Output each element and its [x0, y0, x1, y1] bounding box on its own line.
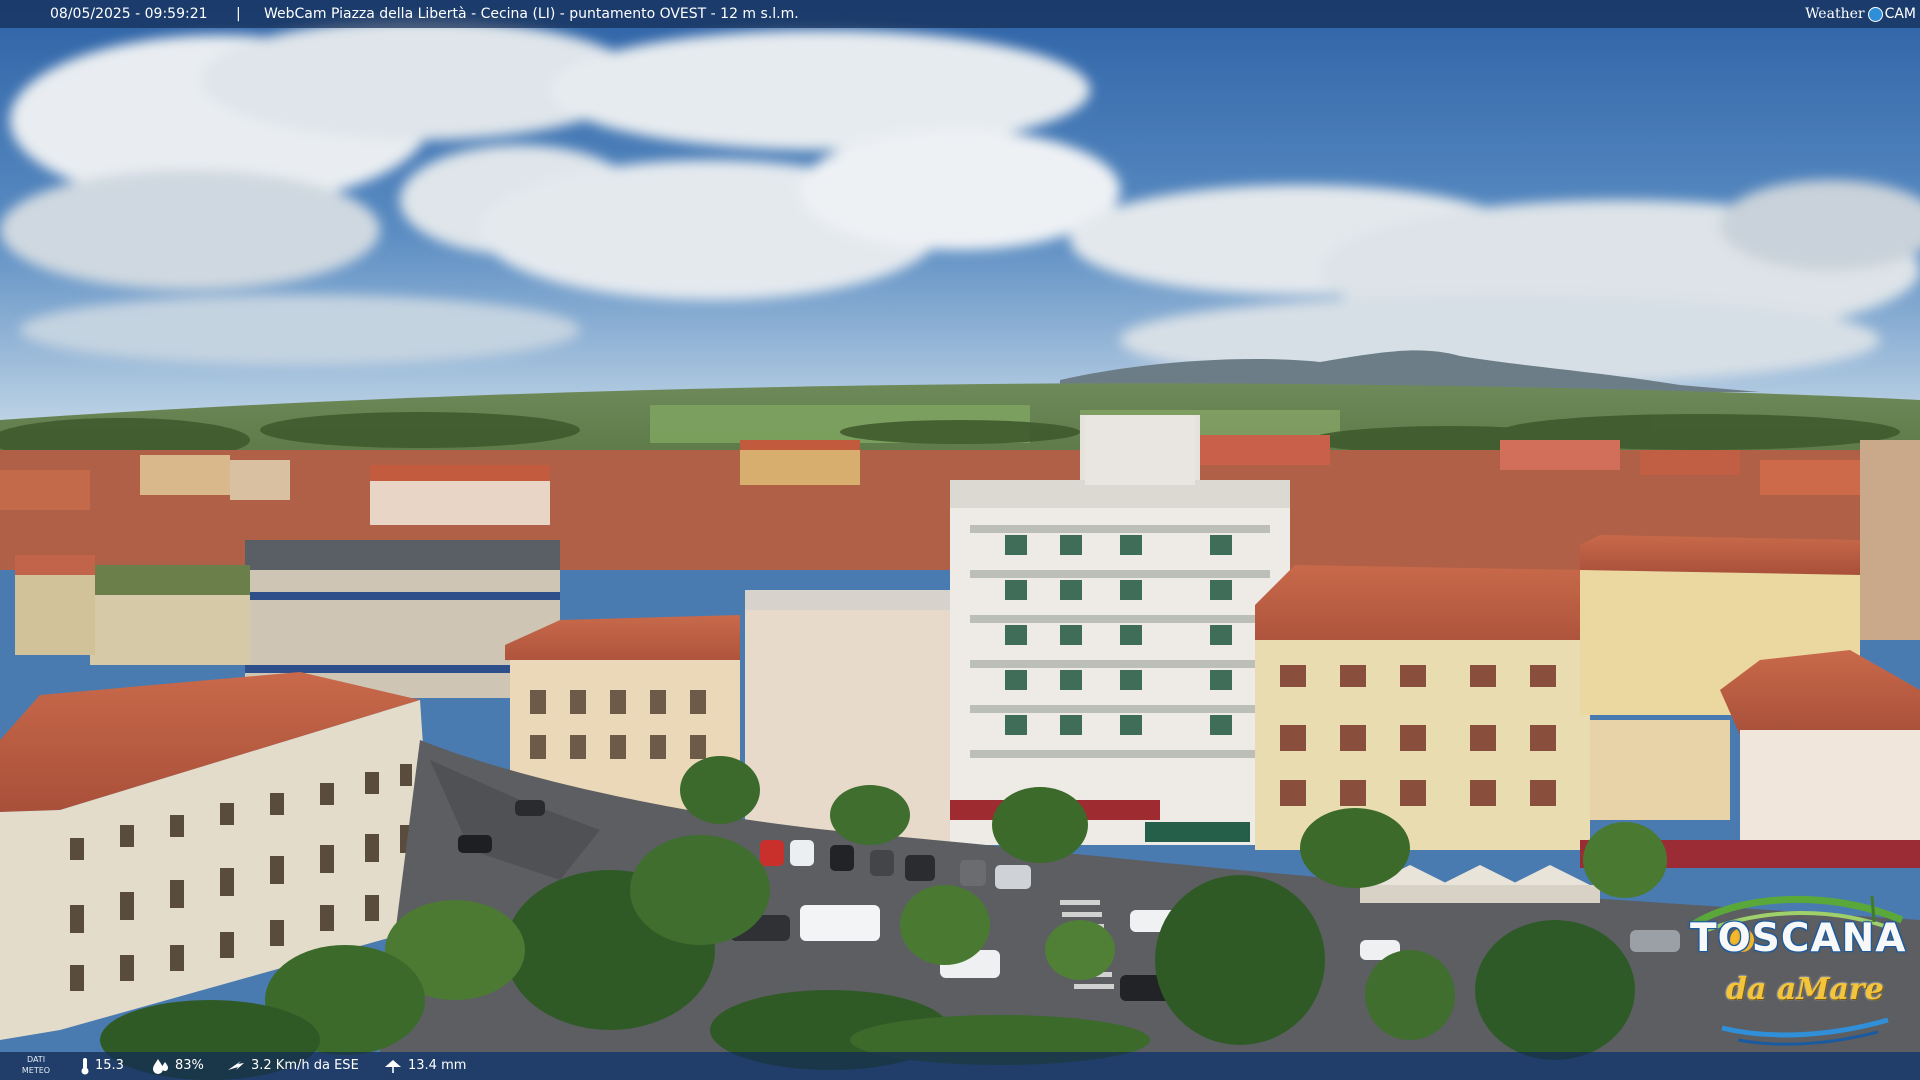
webcam-scene [0, 0, 1920, 1080]
meteo-bar: DATI METEO 15.3 83% 3.2 Km/h da ESE 13.4… [0, 1052, 1920, 1080]
rain-value: 13.4 mm [408, 1058, 467, 1073]
meteo-label-line2: METEO [21, 1066, 51, 1075]
toscana-da-amare-logo: TOSCANA da aMare [1682, 890, 1914, 1050]
meteo-label-line1: DATI [26, 1055, 46, 1064]
webcam-caption: WebCam Piazza della Libertà - Cecina (LI… [264, 6, 799, 22]
weathercam-logo: Weather CAM [1805, 2, 1916, 26]
temperature-reading: 15.3 [80, 1052, 124, 1080]
webcam-info-bar: 08/05/2025 - 09:59:21 | WebCam Piazza de… [0, 0, 1920, 28]
wind-icon [226, 1058, 246, 1074]
humidity-value: 83% [175, 1058, 204, 1073]
meteo-label: DATI METEO [14, 1054, 58, 1076]
brand-weather: Weather [1805, 6, 1865, 22]
droplet-icon [152, 1058, 170, 1074]
wind-value: 3.2 Km/h da ESE [251, 1058, 359, 1073]
logo-subtitle: da aMare [1726, 972, 1884, 1007]
brand-dot-icon [1867, 6, 1883, 22]
rain-reading: 13.4 mm [383, 1052, 466, 1080]
humidity-reading: 83% [152, 1052, 204, 1080]
rain-icon [383, 1058, 403, 1074]
thermometer-icon [80, 1057, 90, 1075]
timestamp: 08/05/2025 - 09:59:21 [50, 6, 208, 22]
caption-separator: | [236, 6, 241, 22]
wind-reading: 3.2 Km/h da ESE [226, 1052, 359, 1080]
yellow-building [1255, 565, 1590, 850]
logo-title: TOSCANA [1690, 916, 1907, 961]
brand-cam: CAM [1884, 6, 1916, 22]
temperature-value: 15.3 [95, 1058, 124, 1073]
